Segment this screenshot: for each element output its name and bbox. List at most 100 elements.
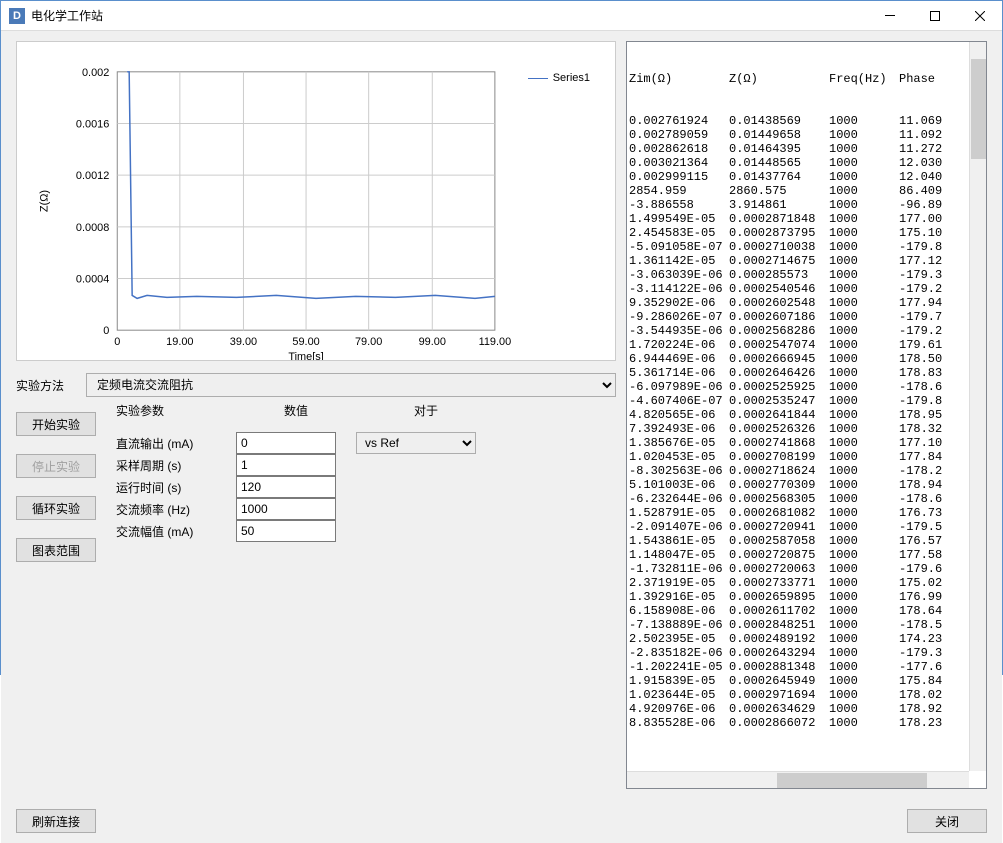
- grid-row[interactable]: -3.544935E-060.00025682861000-179.2: [629, 324, 984, 338]
- grid-cell: -4.607406E-07: [629, 394, 729, 408]
- grid-row[interactable]: -9.286026E-070.00026071861000-179.7: [629, 310, 984, 324]
- grid-row[interactable]: -6.232644E-060.00025683051000-178.6: [629, 492, 984, 506]
- grid-row[interactable]: 1.543861E-050.00025870581000176.57: [629, 534, 984, 548]
- grid-row[interactable]: 1.528791E-050.00026810821000176.73: [629, 506, 984, 520]
- grid-row[interactable]: 1.023644E-050.00029716941000178.02: [629, 688, 984, 702]
- grid-cell: 0.0002971694: [729, 688, 829, 702]
- grid-row[interactable]: -3.8865583.9148611000-96.89: [629, 198, 984, 212]
- grid-row[interactable]: -1.732811E-060.00027200631000-179.6: [629, 562, 984, 576]
- grid-cell: 9.352902E-06: [629, 296, 729, 310]
- grid-row[interactable]: -3.114122E-060.00025405461000-179.2: [629, 282, 984, 296]
- grid-row[interactable]: 2.502395E-050.00024891921000174.23: [629, 632, 984, 646]
- grid-row[interactable]: 0.0027619240.01438569100011.069: [629, 114, 984, 128]
- grid-row[interactable]: 9.352902E-060.00026025481000177.94: [629, 296, 984, 310]
- grid-cell: 5.101003E-06: [629, 478, 729, 492]
- grid-row[interactable]: 4.820565E-060.00026418441000178.95: [629, 408, 984, 422]
- titlebar[interactable]: D 电化学工作站: [1, 1, 1002, 31]
- grid-cell: 11.272: [899, 142, 959, 156]
- grid-cell: 178.32: [899, 422, 959, 436]
- grid-row[interactable]: 0.0027890590.01449658100011.092: [629, 128, 984, 142]
- close-button[interactable]: [957, 1, 1002, 30]
- scroll-thumb[interactable]: [971, 59, 986, 159]
- grid-row[interactable]: 6.944469E-060.00026669451000178.50: [629, 352, 984, 366]
- grid-cell: 177.84: [899, 450, 959, 464]
- grid-row[interactable]: -1.202241E-050.00028813481000-177.6: [629, 660, 984, 674]
- grid-row[interactable]: 5.361714E-060.00026464261000178.83: [629, 366, 984, 380]
- grid-row[interactable]: 2.454583E-050.00028737951000175.10: [629, 226, 984, 240]
- grid-cell: 0.0002526326: [729, 422, 829, 436]
- grid-row[interactable]: 1.020453E-050.00027081991000177.84: [629, 450, 984, 464]
- grid-row[interactable]: 0.0028626180.01464395100011.272: [629, 142, 984, 156]
- grid-cell: 1000: [829, 590, 899, 604]
- grid-cell: 0.0002848251: [729, 618, 829, 632]
- grid-row[interactable]: 4.920976E-060.00026346291000178.92: [629, 702, 984, 716]
- grid-cell: 178.95: [899, 408, 959, 422]
- maximize-button[interactable]: [912, 1, 957, 30]
- param-label: 交流幅值 (mA): [116, 523, 216, 540]
- grid-row[interactable]: -6.097989E-060.00025259251000-178.6: [629, 380, 984, 394]
- grid-row[interactable]: 1.148047E-050.00027208751000177.58: [629, 548, 984, 562]
- grid-row[interactable]: 0.0029991150.01437764100012.040: [629, 170, 984, 184]
- horizontal-scrollbar[interactable]: [627, 771, 969, 788]
- param-input[interactable]: [236, 520, 336, 542]
- grid-row[interactable]: -2.835182E-060.00026432941000-179.3: [629, 646, 984, 660]
- grid-cell: -3.114122E-06: [629, 282, 729, 296]
- grid-row[interactable]: 1.392916E-050.00026598951000176.99: [629, 590, 984, 604]
- scroll-thumb[interactable]: [777, 773, 927, 788]
- loop-experiment-button[interactable]: 循环实验: [16, 496, 96, 520]
- param-input[interactable]: [236, 498, 336, 520]
- grid-row[interactable]: -7.138889E-060.00028482511000-178.5: [629, 618, 984, 632]
- close-dialog-button[interactable]: 关闭: [907, 809, 987, 833]
- grid-cell: -3.063039E-06: [629, 268, 729, 282]
- grid-cell: -5.091058E-07: [629, 240, 729, 254]
- grid-row[interactable]: 7.392493E-060.00025263261000178.32: [629, 422, 984, 436]
- grid-row[interactable]: 1.499549E-050.00028718481000177.00: [629, 212, 984, 226]
- grid-cell: -2.835182E-06: [629, 646, 729, 660]
- grid-row[interactable]: 2.371919E-050.00027337711000175.02: [629, 576, 984, 590]
- stop-experiment-button[interactable]: 停止实验: [16, 454, 96, 478]
- grid-cell: 175.84: [899, 674, 959, 688]
- grid-cell: 1000: [829, 646, 899, 660]
- refresh-connection-button[interactable]: 刷新连接: [16, 809, 96, 833]
- grid-cell: 178.23: [899, 716, 959, 730]
- grid-cell: 1000: [829, 534, 899, 548]
- grid-row[interactable]: 1.385676E-050.00027418681000177.10: [629, 436, 984, 450]
- grid-cell: -1.732811E-06: [629, 562, 729, 576]
- data-grid[interactable]: Zim(Ω) Z(Ω) Freq(Hz) Phase 0.0027619240.…: [626, 41, 987, 789]
- grid-row[interactable]: -4.607406E-070.00025352471000-179.8: [629, 394, 984, 408]
- grid-row[interactable]: 6.158908E-060.00026117021000178.64: [629, 604, 984, 618]
- grid-row[interactable]: -3.063039E-060.0002855731000-179.3: [629, 268, 984, 282]
- minimize-button[interactable]: [867, 1, 912, 30]
- ref-select[interactable]: vs Ref: [356, 432, 476, 454]
- grid-row[interactable]: -5.091058E-070.00027100381000-179.8: [629, 240, 984, 254]
- chart-range-button[interactable]: 图表范围: [16, 538, 96, 562]
- xtick: 99.00: [419, 336, 446, 348]
- grid-cell: 0.0002710038: [729, 240, 829, 254]
- vertical-scrollbar[interactable]: [969, 42, 986, 771]
- grid-cell: 11.069: [899, 114, 959, 128]
- grid-cell: -179.3: [899, 646, 959, 660]
- grid-cell: 1000: [829, 632, 899, 646]
- grid-row[interactable]: 8.835528E-060.00028660721000178.23: [629, 716, 984, 730]
- grid-row[interactable]: 1.720224E-060.00025470741000179.61: [629, 338, 984, 352]
- start-experiment-button[interactable]: 开始实验: [16, 412, 96, 436]
- grid-row[interactable]: 2854.9592860.575100086.409: [629, 184, 984, 198]
- grid-row[interactable]: -8.302563E-060.00027186241000-178.2: [629, 464, 984, 478]
- grid-row[interactable]: -2.091407E-060.00027209411000-179.5: [629, 520, 984, 534]
- grid-cell: 0.0002873795: [729, 226, 829, 240]
- right-panel: Zim(Ω) Z(Ω) Freq(Hz) Phase 0.0027619240.…: [626, 41, 987, 789]
- grid-cell: 0.0002489192: [729, 632, 829, 646]
- grid-cell: -6.097989E-06: [629, 380, 729, 394]
- method-select[interactable]: 定频电流交流阻抗: [86, 373, 616, 397]
- ylabel: Z(Ω): [39, 190, 51, 212]
- param-input[interactable]: [236, 454, 336, 476]
- param-input[interactable]: [236, 432, 336, 454]
- grid-cell: 176.99: [899, 590, 959, 604]
- grid-row[interactable]: 0.0030213640.01448565100012.030: [629, 156, 984, 170]
- grid-cell: 1000: [829, 170, 899, 184]
- grid-cell: 1.385676E-05: [629, 436, 729, 450]
- grid-row[interactable]: 1.915839E-050.00026459491000175.84: [629, 674, 984, 688]
- param-input[interactable]: [236, 476, 336, 498]
- grid-row[interactable]: 5.101003E-060.00027703091000178.94: [629, 478, 984, 492]
- grid-row[interactable]: 1.361142E-050.00027146751000177.12: [629, 254, 984, 268]
